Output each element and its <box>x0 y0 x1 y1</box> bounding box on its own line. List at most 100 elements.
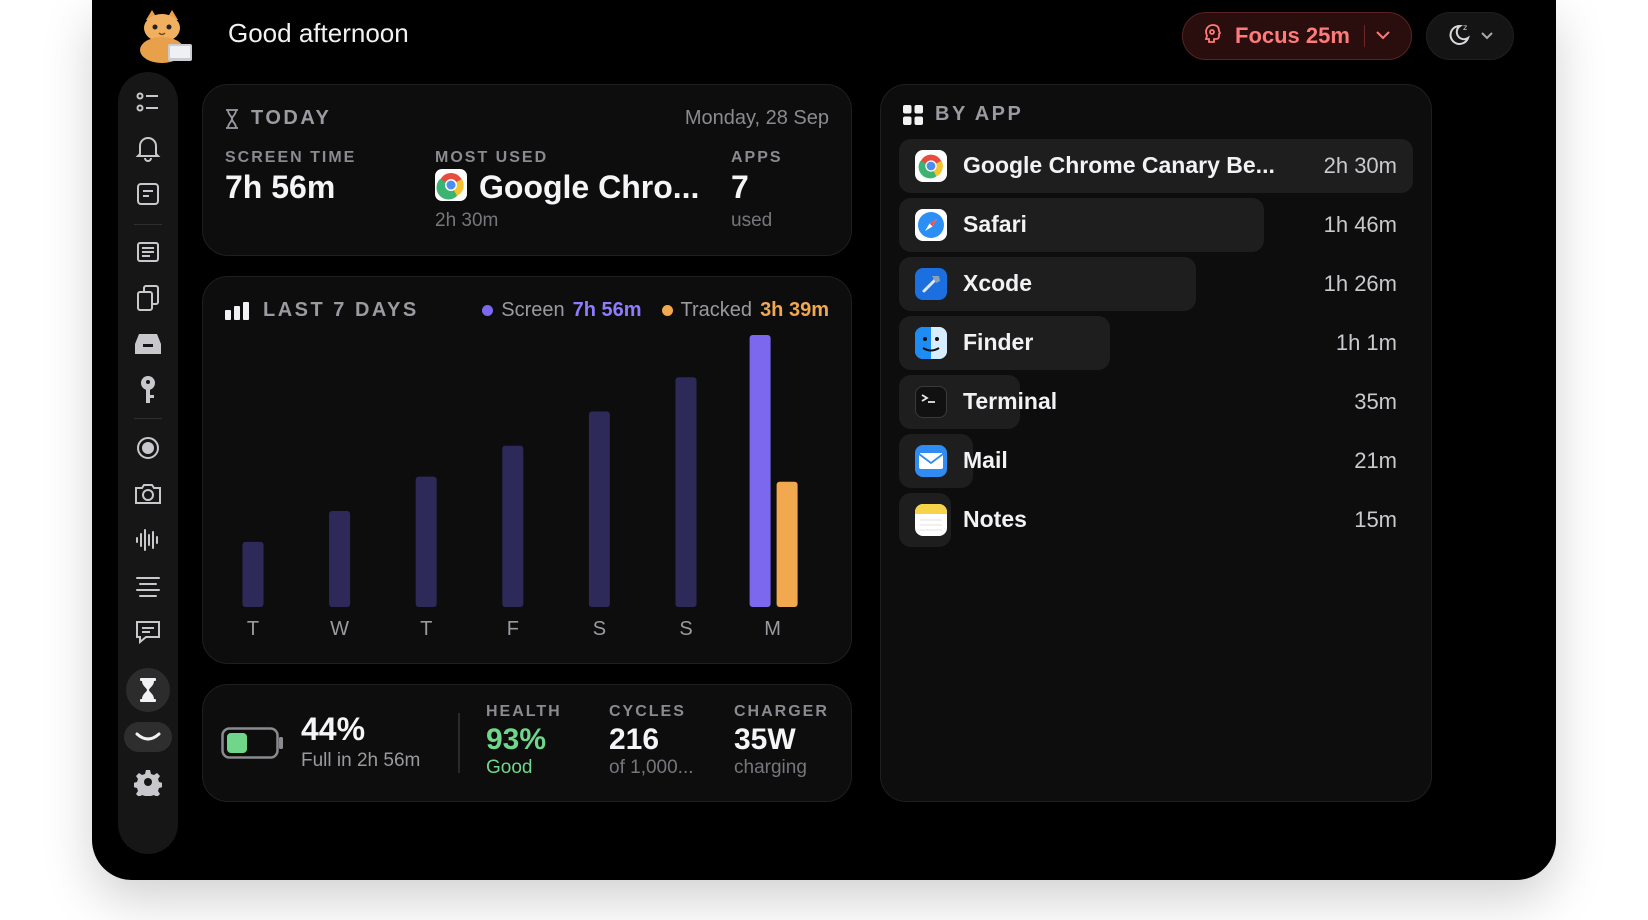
charger-sub: charging <box>734 757 807 778</box>
app-row-safari[interactable]: Safari 1h 46m <box>899 198 1413 252</box>
app-name: Terminal <box>963 388 1058 414</box>
cat-avatar <box>132 8 196 64</box>
by-app-card: BY APP Google Chrome Canary Be... 2h 30m… <box>880 84 1432 802</box>
battery-percent: 44% <box>301 711 366 747</box>
chevron-down-icon[interactable] <box>1375 27 1391 45</box>
last-7-days-card: LAST 7 DAYS Screen 7h 56m Tracked 3h 39m… <box>202 276 852 664</box>
chat-icon[interactable] <box>126 610 170 654</box>
app-row-mail[interactable]: Mail 21m <box>899 434 1413 488</box>
app-name: Notes <box>963 506 1027 532</box>
app-name: Safari <box>963 211 1027 237</box>
x-tick-label: S <box>593 618 606 640</box>
app-name: Mail <box>963 447 1008 473</box>
record-icon[interactable] <box>126 426 170 470</box>
today-card: TODAY Monday, 28 Sep SCREEN TIME 7h 56m … <box>202 84 852 256</box>
screen-bar <box>242 541 264 607</box>
hourglass-icon <box>226 108 238 129</box>
smile-toggle-icon[interactable] <box>124 722 172 752</box>
hourglass-icon[interactable] <box>126 668 170 712</box>
svg-text:z: z <box>1463 23 1467 32</box>
text-align-icon[interactable] <box>126 564 170 608</box>
apps-stat: APPS 7 used <box>731 149 783 232</box>
app-name: Google Chrome Canary Be... <box>963 152 1275 178</box>
most-used-value: Google Chro... <box>479 169 700 205</box>
app-time: 1h 26m <box>1323 271 1397 296</box>
screen-time-value: 7h 56m <box>225 169 336 205</box>
app-time: 21m <box>1354 448 1397 473</box>
sidebar <box>118 72 178 854</box>
health-sub: Good <box>486 757 533 778</box>
screen-bar <box>329 510 351 607</box>
greeting: Good afternoon <box>228 18 409 48</box>
app-window: Good afternoon Focus 25m z TODAY Monday,… <box>92 0 1556 880</box>
chrome-canary-icon <box>915 150 947 182</box>
screen-bar <box>415 476 437 607</box>
app-row-finder[interactable]: Finder 1h 1m <box>899 316 1413 370</box>
cycles-stat: CYCLES 216 of 1,000... <box>609 703 694 779</box>
health-label: HEALTH <box>486 703 562 720</box>
screen-bar <box>588 411 610 607</box>
app-row-chrome-canary[interactable]: Google Chrome Canary Be... 2h 30m <box>899 139 1413 193</box>
mail-icon <box>915 445 947 477</box>
xcode-icon <box>915 268 947 300</box>
app-name: Finder <box>963 329 1034 355</box>
app-time: 1h 46m <box>1323 212 1397 237</box>
screen-bar <box>502 445 524 607</box>
app-time: 1h 1m <box>1335 330 1397 355</box>
battery-icon <box>221 727 285 764</box>
health-value: 93% <box>486 723 547 756</box>
apps-label: APPS <box>731 149 783 166</box>
sidebar-divider <box>134 224 162 225</box>
charger-stat: CHARGER 35W charging <box>734 703 829 779</box>
sidebar-divider <box>134 418 162 419</box>
finder-icon <box>915 327 947 359</box>
screen-bar <box>675 377 697 607</box>
key-icon[interactable] <box>126 368 170 412</box>
battery-sub: Full in 2h 56m <box>301 750 421 771</box>
screen-bar <box>749 335 771 607</box>
cycles-sub: of 1,000... <box>609 757 694 778</box>
x-tick-label: W <box>330 618 349 640</box>
battery-level-stat: 44% Full in 2h 56m <box>301 711 420 772</box>
chrome-canary-icon <box>435 169 467 206</box>
note-icon[interactable] <box>126 172 170 216</box>
tracked-bar <box>776 481 798 607</box>
checklist-icon[interactable] <box>126 80 170 124</box>
by-app-title: BY APP <box>903 103 1023 126</box>
gear-icon[interactable] <box>126 760 170 804</box>
usage-bar <box>899 198 1264 252</box>
most-used-sub: 2h 30m <box>435 210 499 231</box>
cycles-label: CYCLES <box>609 703 686 720</box>
x-tick-label: S <box>679 618 692 640</box>
screen-time-label: SCREEN TIME <box>225 149 357 166</box>
focus-label: Focus 25m <box>1235 23 1350 48</box>
document-icon[interactable] <box>126 230 170 274</box>
app-row-xcode[interactable]: Xcode 1h 26m <box>899 257 1413 311</box>
today-title: TODAY <box>225 107 331 130</box>
app-row-notes[interactable]: Notes 15m <box>899 493 1413 547</box>
waveform-icon[interactable] <box>126 518 170 562</box>
cycles-value: 216 <box>609 723 660 756</box>
camera-icon[interactable] <box>126 472 170 516</box>
today-date: Monday, 28 Sep <box>684 107 829 129</box>
app-time: 15m <box>1354 507 1397 532</box>
health-stat: HEALTH 93% Good <box>486 703 562 779</box>
app-row-terminal[interactable]: Terminal 35m <box>899 375 1413 429</box>
focus-button[interactable]: Focus 25m <box>1182 12 1412 60</box>
most-used-stat: MOST USED Google Chro... 2h 30m <box>435 149 725 232</box>
bell-icon[interactable] <box>126 126 170 170</box>
sleep-mode-button[interactable]: z <box>1426 12 1514 60</box>
apps-sub: used <box>731 210 773 231</box>
inbox-icon[interactable] <box>126 322 170 366</box>
screen-time-stat: SCREEN TIME 7h 56m <box>225 149 356 206</box>
moon-sleep-icon: z <box>1446 21 1472 52</box>
notes-icon <box>915 504 947 536</box>
chevron-down-icon <box>1480 27 1494 45</box>
grid-icon <box>903 104 923 125</box>
x-tick-label: T <box>247 618 259 640</box>
brain-icon <box>1201 22 1225 51</box>
most-used-label: MOST USED <box>435 149 549 166</box>
weekly-bar-chart: TWTFSSM <box>242 335 798 640</box>
apps-value: 7 <box>731 169 749 205</box>
copy-icon[interactable] <box>126 276 170 320</box>
